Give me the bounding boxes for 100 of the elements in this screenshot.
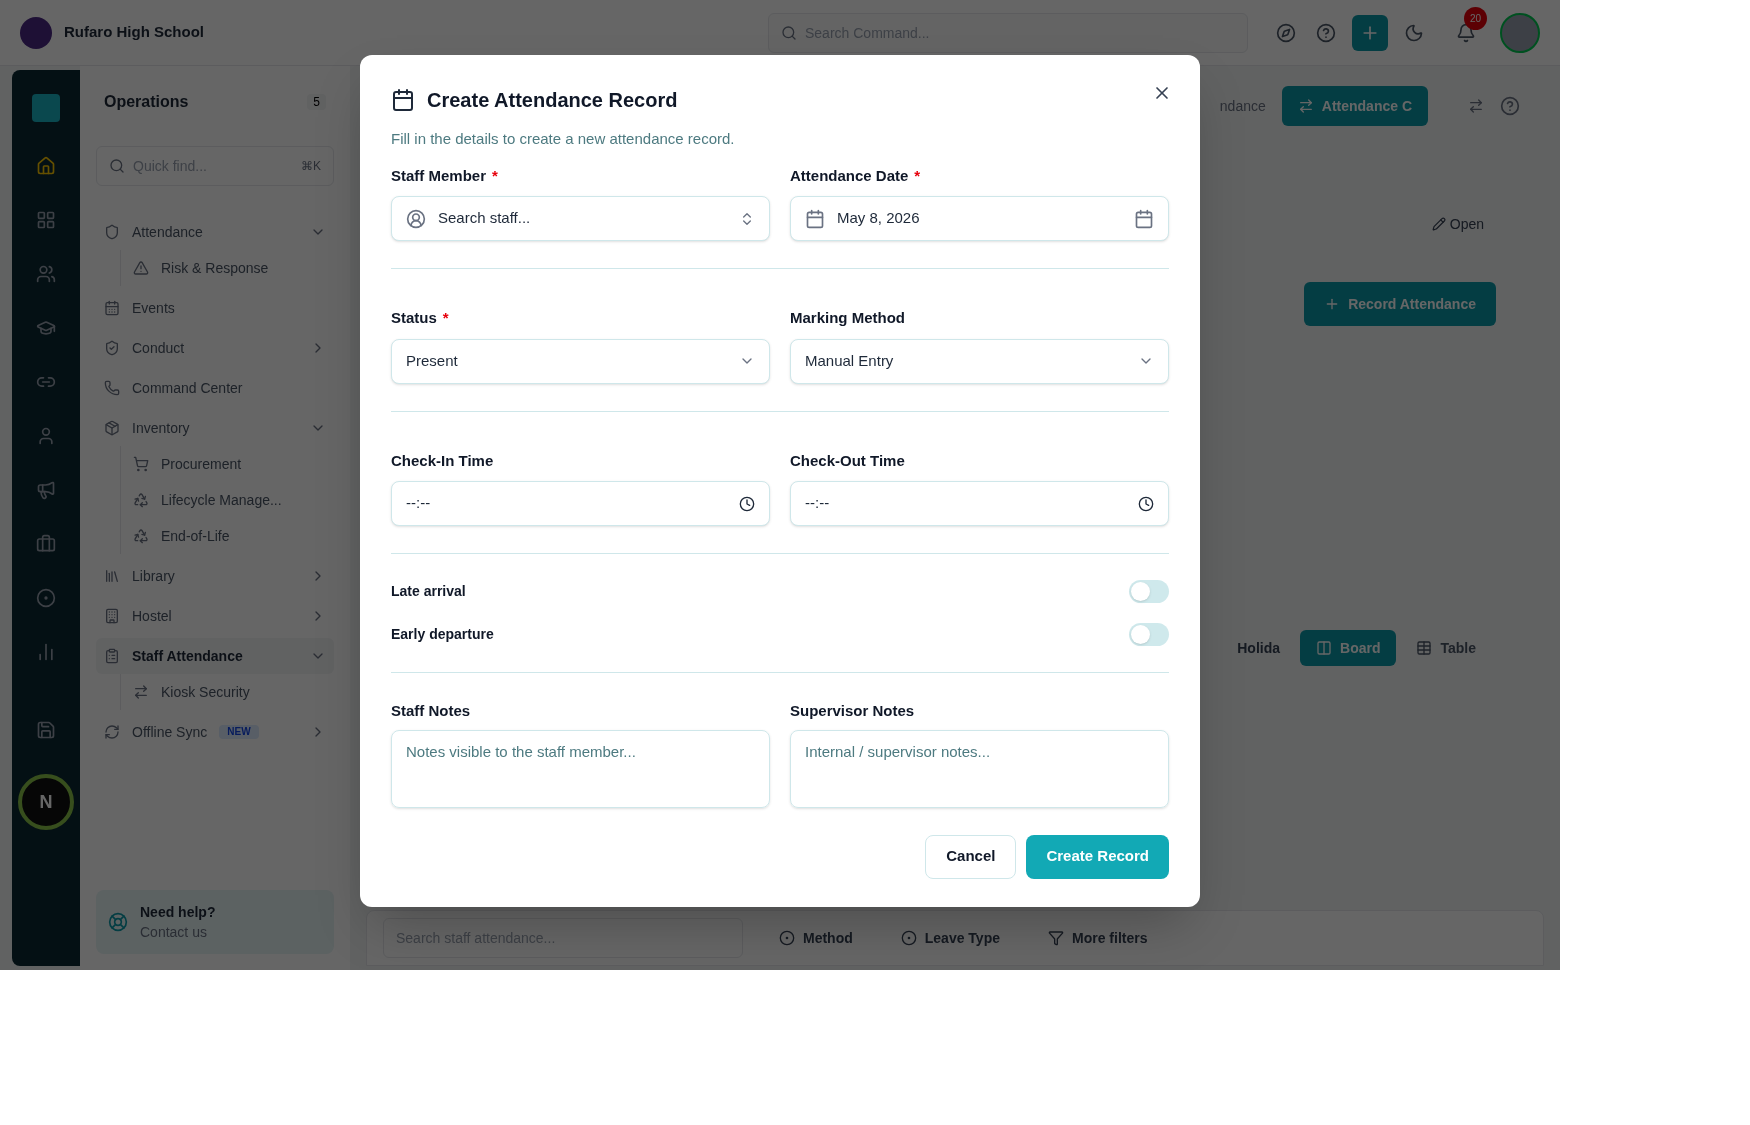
calendar-icon <box>1134 208 1154 229</box>
notes-field[interactable]: Internal / supervisor notes... <box>790 729 1169 808</box>
select-field[interactable]: Present <box>391 338 770 384</box>
toggle-label: Late arrival <box>391 582 466 601</box>
circle-icon <box>900 930 917 946</box>
chart-icon[interactable] <box>36 642 56 662</box>
package-icon <box>104 420 120 436</box>
field-label: Supervisor Notes <box>790 701 916 721</box>
help-icon[interactable] <box>1500 96 1520 116</box>
circle-icon <box>779 930 795 946</box>
notes-field[interactable]: Notes visible to the staff member... <box>391 729 770 808</box>
switch-icon[interactable] <box>1468 98 1484 114</box>
field-label: Attendance Date * <box>790 165 922 186</box>
staff-select-field[interactable]: Search staff... <box>391 196 770 241</box>
filter-button[interactable]: More filters <box>1036 918 1160 958</box>
search-icon <box>781 24 797 41</box>
create-record-button[interactable]: Create Record <box>1026 834 1169 879</box>
help-title: Need help? <box>140 903 216 922</box>
megaphone-icon[interactable] <box>36 480 56 500</box>
sidebar-item[interactable]: Command Center <box>96 370 334 406</box>
switch-icon <box>1297 98 1314 114</box>
filter-button[interactable]: Leave Type <box>888 918 1012 958</box>
dialog-title: Create Attendance Record <box>427 88 678 113</box>
home-icon[interactable] <box>36 156 56 176</box>
school-logo <box>20 16 52 49</box>
columns-icon <box>1316 640 1332 656</box>
clipboard-icon <box>104 648 120 664</box>
calendar-icon <box>805 208 825 229</box>
time-field[interactable]: --:-- <box>790 481 1169 526</box>
sidebar-item[interactable]: Events <box>96 290 334 326</box>
toggle-label: Early departure <box>391 625 494 644</box>
help-icon[interactable] <box>1316 22 1336 43</box>
shield-icon <box>104 224 120 240</box>
sidebar-title: Operations <box>104 92 189 112</box>
sidebar-subitem[interactable]: Kiosk Security <box>120 674 334 710</box>
attendance-tab-button[interactable]: Attendance C <box>1281 86 1428 126</box>
field-label: Marking Method <box>790 308 906 328</box>
shield-check-icon <box>104 340 120 356</box>
new-badge: NEW <box>219 724 259 740</box>
sidebar-item[interactable]: Offline Sync NEW <box>96 714 334 750</box>
sidebar-item[interactable]: Hostel <box>96 598 334 634</box>
lifebuoy-icon <box>108 912 128 932</box>
field-label: Staff Notes <box>391 701 472 721</box>
item-icon <box>133 492 149 508</box>
select-field[interactable]: Manual Entry <box>790 338 1169 384</box>
field-label: Staff Member * <box>391 165 499 186</box>
sidebar-subitem[interactable]: Procurement <box>120 446 334 482</box>
sidebar-item[interactable]: Attendance <box>96 214 334 250</box>
app-logo <box>32 94 60 122</box>
user-icon[interactable] <box>36 426 56 446</box>
graduation-cap-icon[interactable] <box>36 318 56 338</box>
add-button[interactable] <box>1352 14 1388 51</box>
user-icon <box>406 208 426 229</box>
building-icon <box>104 608 120 624</box>
record-attendance-button[interactable]: Record Attendance <box>1304 282 1496 326</box>
sidebar-subitem[interactable]: Lifecycle Manage... <box>120 482 334 518</box>
school-name: Rufaro High School <box>64 22 204 43</box>
grid-icon[interactable] <box>36 210 56 230</box>
avatar[interactable] <box>1500 12 1540 53</box>
sidebar-subitem[interactable]: End-of-Life <box>120 518 334 554</box>
cancel-button[interactable]: Cancel <box>925 834 1017 879</box>
item-icon <box>133 456 149 472</box>
search-icon <box>109 158 125 174</box>
pencil-icon <box>1431 217 1446 231</box>
save-icon[interactable] <box>36 720 56 740</box>
toggle-switch[interactable] <box>1129 623 1169 646</box>
notification-icon[interactable] <box>1456 22 1476 43</box>
calendar-icon <box>391 88 415 112</box>
dialog-description: Fill in the details to create a new attendance record. <box>391 129 736 149</box>
toggle-switch[interactable] <box>1129 580 1169 603</box>
table-icon <box>1416 640 1433 656</box>
holiday-label: Holida <box>1237 639 1280 658</box>
circle-icon[interactable] <box>36 588 56 608</box>
sidebar-item[interactable]: Inventory <box>96 410 334 446</box>
view-tab[interactable]: Board <box>1300 630 1397 666</box>
sync-icon <box>104 724 120 740</box>
filter-icon <box>1048 930 1064 946</box>
assistant-avatar[interactable]: N <box>18 774 74 830</box>
item-icon <box>133 528 149 544</box>
sidebar-subitem[interactable]: Risk & Response <box>120 250 334 286</box>
calendar-icon <box>104 300 120 316</box>
clock-icon <box>739 495 755 512</box>
item-icon <box>133 260 149 276</box>
item-icon <box>133 684 149 700</box>
books-icon <box>104 568 120 584</box>
time-field[interactable]: --:-- <box>391 481 770 526</box>
view-tab[interactable]: Table <box>1400 630 1492 666</box>
users-icon[interactable] <box>36 264 56 284</box>
sidebar-item[interactable]: Staff Attendance <box>96 638 334 674</box>
clock-icon <box>1138 495 1154 512</box>
date-field[interactable]: May 8, 2026 <box>790 196 1169 241</box>
moon-icon[interactable] <box>1404 22 1424 43</box>
sidebar-item[interactable]: Library <box>96 558 334 594</box>
notification-count: 20 <box>1464 6 1488 30</box>
filter-button[interactable]: Method <box>767 918 865 958</box>
briefcase-icon[interactable] <box>36 534 56 554</box>
sidebar-item[interactable]: Conduct <box>96 330 334 366</box>
compass-icon[interactable] <box>1276 22 1296 43</box>
field-label: Check-Out Time <box>790 450 906 471</box>
shortcut-hint: ⌘K <box>301 158 321 174</box>
